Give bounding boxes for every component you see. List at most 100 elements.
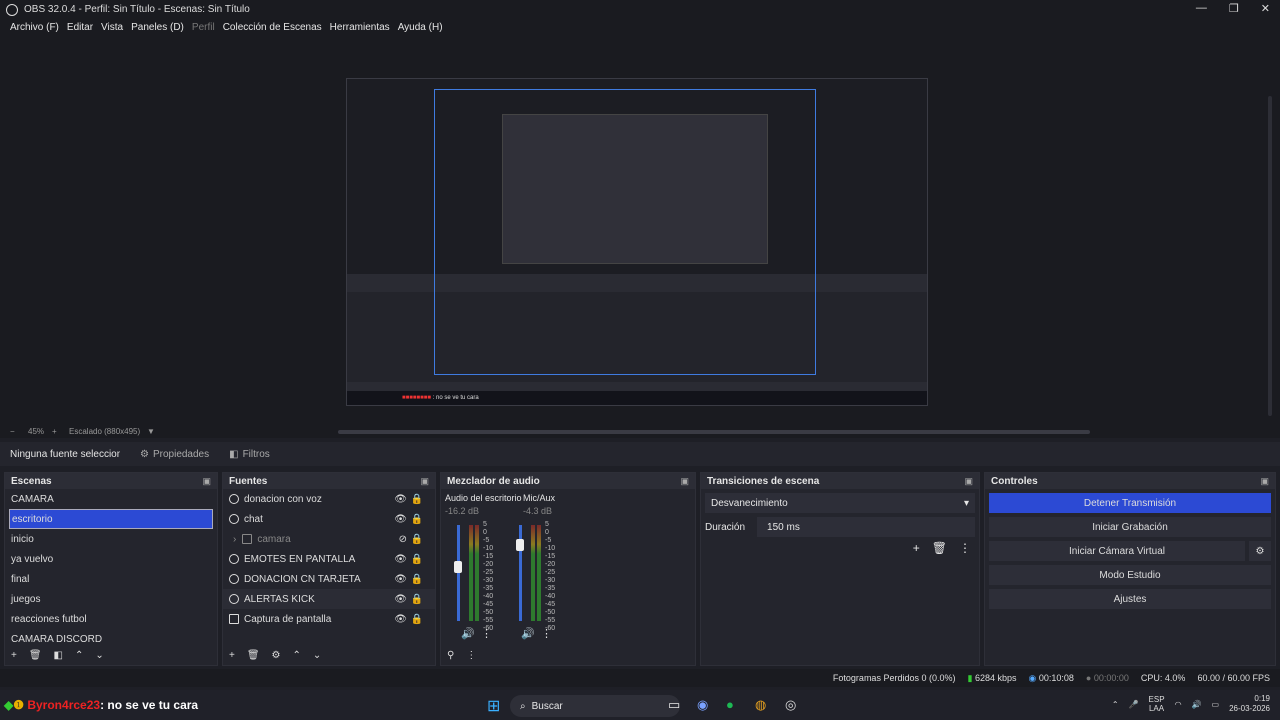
delete-transition-icon[interactable]: 🗑 xyxy=(932,541,947,555)
chevron-up-icon[interactable]: ⌃ xyxy=(1112,700,1119,709)
volume-slider-desktop[interactable] xyxy=(457,525,460,621)
lock-icon[interactable]: 🔒 xyxy=(411,534,423,545)
start-virtual-camera-button[interactable]: Iniciar Cámara Virtual xyxy=(989,541,1245,561)
start-recording-button[interactable]: Iniciar Grabación xyxy=(989,517,1271,537)
language-indicator[interactable]: ESP LAA xyxy=(1149,695,1165,713)
lock-icon[interactable]: 🔒 xyxy=(411,494,423,505)
zoom-in-button[interactable]: + xyxy=(52,427,57,436)
move-up-icon[interactable]: ⌃ xyxy=(75,650,83,661)
filters-button[interactable]: ◧ Filtros xyxy=(229,449,270,460)
lock-icon[interactable]: 🔒 xyxy=(411,594,423,605)
menu-vista[interactable]: Vista xyxy=(101,22,123,33)
preview-horizontal-scrollbar[interactable] xyxy=(338,430,1090,434)
taskbar-search[interactable]: ⌕ Buscar xyxy=(510,695,680,717)
stop-streaming-button[interactable]: Detener Transmisión xyxy=(989,493,1271,513)
source-item[interactable]: chat 👁 🔒 xyxy=(223,509,435,529)
source-settings-icon[interactable]: ⚙ xyxy=(272,650,281,661)
kebab-menu-icon[interactable]: ⋮ xyxy=(541,627,552,640)
dock-icon[interactable]: ▣ xyxy=(964,476,973,487)
maximize-icon[interactable]: ❐ xyxy=(1229,2,1239,15)
eye-icon[interactable]: 👁 xyxy=(394,554,407,565)
delete-scene-icon[interactable]: 🗑 xyxy=(29,650,42,661)
preview-vertical-scrollbar[interactable] xyxy=(1268,96,1272,416)
expand-arrow-icon[interactable]: › xyxy=(233,534,236,545)
menu-herramientas[interactable]: Herramientas xyxy=(330,22,390,33)
menu-ayuda[interactable]: Ayuda (H) xyxy=(398,22,443,33)
kebab-menu-icon[interactable]: ⋮ xyxy=(481,627,492,640)
virtual-camera-settings-icon[interactable]: ⚙ xyxy=(1249,541,1271,561)
scene-item[interactable]: ya vuelvo xyxy=(5,549,217,569)
scene-item[interactable]: final xyxy=(5,569,217,589)
lock-icon[interactable]: 🔒 xyxy=(411,554,423,565)
mixer-link-icon[interactable]: ⚲ xyxy=(447,650,454,661)
move-down-icon[interactable]: ⌄ xyxy=(95,650,103,661)
move-up-icon[interactable]: ⌃ xyxy=(293,650,301,661)
move-down-icon[interactable]: ⌄ xyxy=(313,650,321,661)
eye-icon[interactable]: 👁 xyxy=(394,614,407,625)
menu-archivo[interactable]: Archivo (F) xyxy=(10,22,59,33)
dock-icon[interactable]: ▣ xyxy=(202,476,211,487)
menu-editar[interactable]: Editar xyxy=(67,22,93,33)
speaker-icon[interactable]: 🔊 xyxy=(521,627,535,640)
zoom-out-button[interactable]: − xyxy=(10,427,15,436)
eye-icon[interactable]: 👁 xyxy=(394,494,407,505)
eye-icon[interactable]: 👁 xyxy=(394,514,407,525)
speaker-icon[interactable]: 🔊 xyxy=(461,627,475,640)
scene-item[interactable]: CAMARA xyxy=(5,489,217,509)
source-item[interactable]: Captura de pantalla 👁 🔒 xyxy=(223,609,435,629)
lock-icon[interactable]: 🔒 xyxy=(411,614,423,625)
source-item[interactable]: donacion con voz 👁 🔒 xyxy=(223,489,435,509)
clock[interactable]: 0:19 26-03-2026 xyxy=(1229,694,1270,714)
wifi-icon[interactable]: ◠ xyxy=(1175,700,1182,709)
microphone-icon[interactable]: 🎤 xyxy=(1129,700,1139,709)
eye-hidden-icon[interactable]: ⊘ xyxy=(399,534,407,545)
properties-button[interactable]: ⚙ Propiedades xyxy=(140,449,209,460)
add-transition-icon[interactable]: + xyxy=(913,541,920,555)
preview-canvas[interactable]: ■■■■■■■■ : no se ve tu cara xyxy=(346,78,928,406)
spotify-icon[interactable]: ● xyxy=(726,697,734,712)
menu-perfil[interactable]: Perfil xyxy=(192,22,215,33)
volume-handle[interactable] xyxy=(516,539,524,551)
battery-icon[interactable]: ▭ xyxy=(1212,700,1220,709)
source-item-hover[interactable]: ALERTAS KICK 👁 🔒 xyxy=(223,589,435,609)
minimize-icon[interactable]: — xyxy=(1196,2,1207,15)
eye-icon[interactable]: 👁 xyxy=(394,574,407,585)
obs-taskbar-icon[interactable]: ◎ xyxy=(785,697,796,713)
scale-dropdown-icon[interactable]: ▼ xyxy=(147,427,155,436)
settings-button[interactable]: Ajustes xyxy=(989,589,1271,609)
properties-label: Propiedades xyxy=(152,448,210,460)
add-source-icon[interactable]: + xyxy=(229,650,235,661)
studio-mode-button[interactable]: Modo Estudio xyxy=(989,565,1271,585)
file-explorer-icon[interactable]: ▭ xyxy=(668,697,680,713)
scene-item-selected[interactable]: escritorio xyxy=(9,509,213,529)
menu-coleccion[interactable]: Colección de Escenas xyxy=(223,22,322,33)
chrome-icon[interactable]: ◍ xyxy=(755,697,766,713)
kebab-menu-icon[interactable]: ⋮ xyxy=(959,541,971,555)
close-icon[interactable]: ✕ xyxy=(1261,2,1270,15)
source-item[interactable]: DONACION CN TARJETA 👁 🔒 xyxy=(223,569,435,589)
discord-icon[interactable]: ◉ xyxy=(697,697,708,713)
duration-input[interactable]: 150 ms xyxy=(757,517,975,537)
add-scene-icon[interactable]: + xyxy=(11,650,17,661)
scene-item[interactable]: inicio xyxy=(5,529,217,549)
lock-icon[interactable]: 🔒 xyxy=(411,514,423,525)
windows-start-icon[interactable]: ⊞ xyxy=(487,696,500,716)
dock-icon[interactable]: ▣ xyxy=(680,476,689,487)
eye-icon[interactable]: 👁 xyxy=(394,594,407,605)
transition-select[interactable]: Desvanecimiento ▾ xyxy=(705,493,975,513)
lock-icon[interactable]: 🔒 xyxy=(411,574,423,585)
source-selection-box[interactable] xyxy=(434,89,816,375)
delete-source-icon[interactable]: 🗑 xyxy=(247,650,260,661)
source-item[interactable]: EMOTES EN PANTALLA 👁 🔒 xyxy=(223,549,435,569)
scene-item[interactable]: juegos xyxy=(5,589,217,609)
volume-icon[interactable]: 🔊 xyxy=(1192,700,1202,709)
volume-handle[interactable] xyxy=(454,561,462,573)
dock-icon[interactable]: ▣ xyxy=(420,476,429,487)
source-group-item[interactable]: › camara ⊘ 🔒 xyxy=(223,529,435,549)
scene-item[interactable]: reacciones futbol xyxy=(5,609,217,629)
dock-icon[interactable]: ▣ xyxy=(1260,476,1269,487)
menu-paneles[interactable]: Paneles (D) xyxy=(131,22,184,33)
scene-filter-icon[interactable]: ◧ xyxy=(54,650,63,661)
scene-item[interactable]: CAMARA DISCORD xyxy=(5,629,217,649)
kebab-menu-icon[interactable]: ⋮ xyxy=(466,650,476,661)
